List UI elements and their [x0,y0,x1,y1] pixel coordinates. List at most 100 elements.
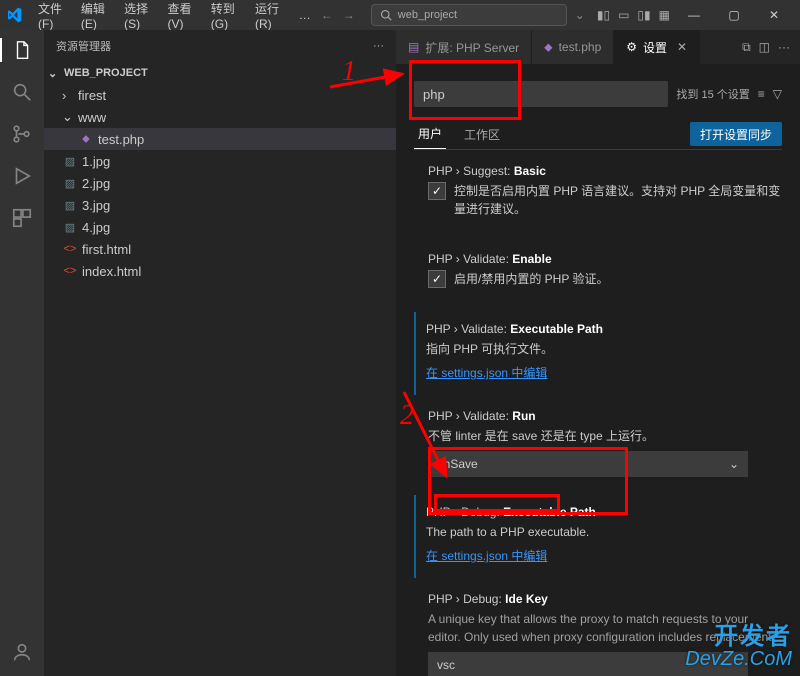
settings-editor: 找到 15 个设置 ≡ ▽ 用户 工作区 打开设置同步 PHP › Sugges… [396,65,800,676]
tree-item-label: index.html [82,264,141,279]
tree-file[interactable]: ▨ 1.jpg [44,150,396,172]
watermark: 开发者 DevZe.CoM [685,624,792,670]
tree-file[interactable]: ▨ 3.jpg [44,194,396,216]
tree-file[interactable]: ▨4.jpg [44,216,396,238]
setting-title: PHP › Validate: Run [428,409,782,423]
setting-desc: 指向 PHP 可执行文件。 [426,340,782,358]
command-center-label: web_project [398,9,457,21]
setting-title: PHP › Debug: Executable Path [426,505,782,519]
settings-search-input[interactable] [414,81,668,107]
file-tree: ⌄ WEB_PROJECT › firest ⌄ www ⬥ test.php ▨ 1.jpg… [44,62,396,676]
setting-select[interactable]: onSave ⌄ [428,451,748,477]
tree-item-label: first.html [82,242,131,257]
editor-tab[interactable]: ⚙ 设置 ✕ [614,30,700,64]
activity-source-control[interactable] [10,122,34,146]
activity-explorer[interactable] [0,38,44,62]
tab-action-open-icon[interactable]: ⧉ [742,40,751,55]
open-settings-sync-button[interactable]: 打开设置同步 [690,122,782,146]
tree-item-label: 3.jpg [82,198,110,213]
setting-debugExec: PHP › Debug: Executable Path The path to … [414,495,782,578]
sidebar-title: 资源管理器 [56,38,111,54]
tree-item-label: 4.jpg [82,220,110,235]
tree-folder[interactable]: › firest [44,84,396,106]
editor-tab[interactable]: ▤ 扩展: PHP Server [396,30,532,64]
chevron-down-icon: ⌄ [62,109,74,125]
setting-validateEnable: PHP › Validate: Enable 启用/禁用内置的 PHP 验证。 [414,242,782,308]
files-icon [11,38,35,62]
tree-root[interactable]: ⌄ WEB_PROJECT [44,62,396,84]
tree-item-label: test.php [98,132,144,147]
watermark-cn: 开发者 [685,624,792,649]
setting-validateRun: PHP › Validate: Run 不管 linter 是在 save 还是在… [414,399,782,491]
setting-title: PHP › Debug: Ide Key [428,592,782,606]
watermark-en: DevZe.CoM [685,649,792,670]
window-minimize-icon[interactable]: ― [674,0,714,30]
editor-tab[interactable]: ⬥ test.php [532,30,614,64]
setting-title: PHP › Validate: Enable [428,252,782,266]
gear-icon: ⚙ [626,40,637,54]
activity-search[interactable] [10,80,34,104]
layout-sidebar-left-icon[interactable]: ▮▯ [597,8,610,22]
command-dropdown-icon[interactable]: ⌄ [575,8,585,22]
nav-forward-icon[interactable]: → [343,8,355,22]
window-close-icon[interactable]: ✕ [754,0,794,30]
tree-folder[interactable]: ⌄ www [44,106,396,128]
activity-bar [0,30,44,676]
settings-filter-icon[interactable]: ▽ [773,87,782,101]
html-file-icon: <> [62,241,78,257]
checkbox[interactable] [428,182,446,200]
tree-item-label: www [78,110,106,125]
activity-debug[interactable] [10,164,34,188]
tree-root-label: WEB_PROJECT [64,67,148,79]
command-center[interactable]: web_project [371,4,567,26]
tree-item-label: firest [78,88,106,103]
setting-desc: 不管 linter 是在 save 还是在 type 上运行。 [428,427,782,445]
php-tab-icon: ⬥ [544,40,552,55]
image-icon: ▨ [62,197,78,213]
tab-label: 设置 [643,39,667,56]
image-icon: ▨ [62,153,78,169]
tree-file[interactable]: <> index.html [44,260,396,282]
scope-user[interactable]: 用户 [414,119,446,149]
settings-result-count: 找到 15 个设置 [676,86,749,102]
edit-in-settings-json-link[interactable]: 在 settings.json 中编辑 [426,366,547,380]
setting-title: PHP › Suggest: Basic [428,164,782,178]
scope-workspace[interactable]: 工作区 [460,120,504,149]
tab-action-split-icon[interactable]: ◫ [759,40,770,54]
tree-file[interactable]: ⬥ test.php [44,128,396,150]
close-icon[interactable]: ✕ [677,40,687,54]
window-maximize-icon[interactable]: ▢ [714,0,754,30]
setting-validateExec: PHP › Validate: Executable Path 指向 PHP 可执… [414,312,782,395]
activity-extensions[interactable] [10,206,34,230]
sidebar-more-icon[interactable]: ··· [373,40,384,52]
activity-account[interactable] [10,640,34,664]
layout-panel-icon[interactable]: ▭ [618,8,629,22]
chevron-right-icon: › [62,88,74,103]
extension-tab-icon: ▤ [408,40,419,54]
search-icon [380,9,392,21]
nav-back-icon[interactable]: ← [321,8,333,22]
tree-file[interactable]: <> first.html [44,238,396,260]
php-file-icon: ⬥ [78,131,94,147]
checkbox[interactable] [428,270,446,288]
select-value: onSave [437,457,478,471]
titlebar: 文件(F) 编辑(E) 选择(S) 查看(V) 转到(G) 运行(R) … ← … [0,0,800,30]
edit-in-settings-json-link[interactable]: 在 settings.json 中编辑 [426,549,547,563]
tab-label: test.php [559,40,602,54]
editor-tabs: ▤ 扩展: PHP Server ⬥ test.php ⚙ 设置 ✕ ⧉ ◫ ··· [396,30,800,65]
setting-desc: 控制是否启用内置 PHP 语言建议。支持对 PHP 全局变量和变量进行建议。 [454,182,782,218]
tree-item-label: 2.jpg [82,176,110,191]
layout-sidebar-right-icon[interactable]: ▯▮ [637,8,650,22]
image-icon: ▨ [62,175,78,191]
menu-more[interactable]: … [293,4,317,26]
tree-file[interactable]: ▨ 2.jpg [44,172,396,194]
setting-desc: The path to a PHP executable. [426,523,782,541]
setting-title: PHP › Validate: Executable Path [426,322,782,336]
tree-item-label: 1.jpg [82,154,110,169]
tab-label: 扩展: PHP Server [425,39,519,56]
layout-customize-icon[interactable]: ▦ [659,8,670,22]
settings-clear-icon[interactable]: ≡ [758,87,765,101]
setting-suggest: PHP › Suggest: Basic 控制是否启用内置 PHP 语言建议。支… [414,154,782,238]
tab-action-more-icon[interactable]: ··· [778,40,790,54]
html-file-icon: <> [62,263,78,279]
